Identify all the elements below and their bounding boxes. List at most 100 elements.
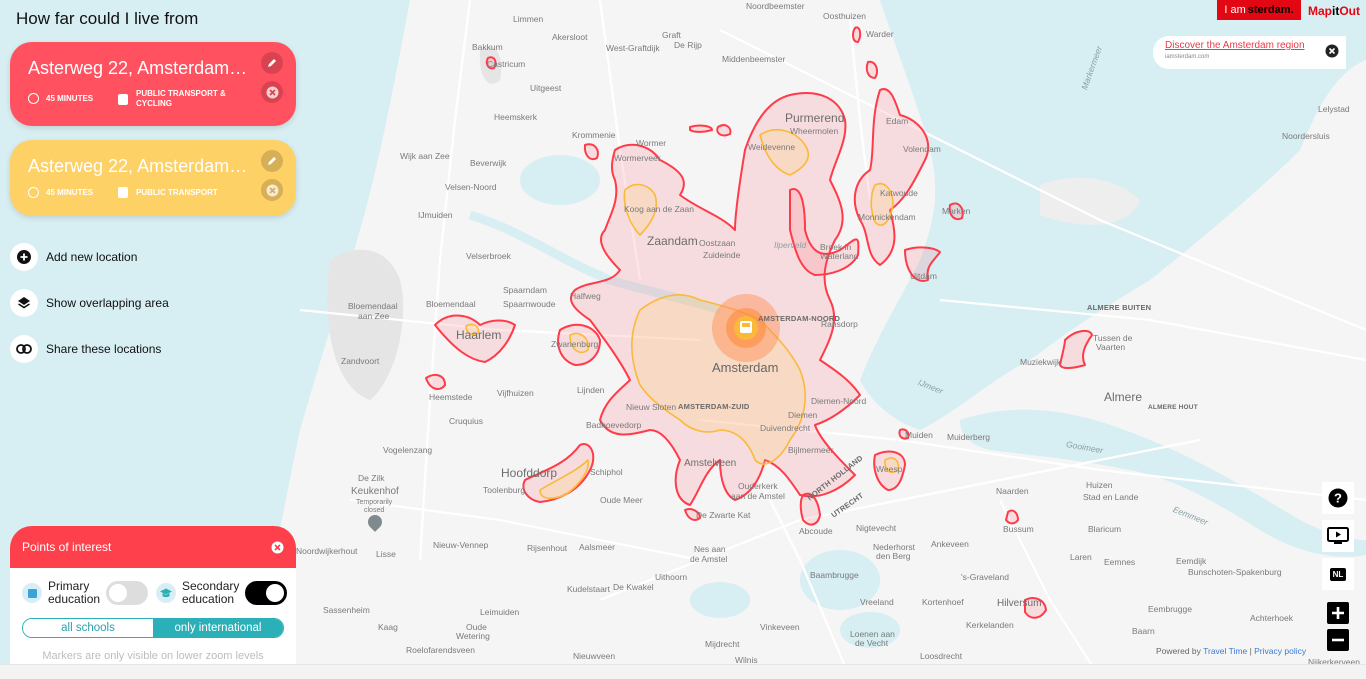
map-label: Naarden <box>996 486 1029 496</box>
secondary-education-label: Secondary education <box>182 579 240 606</box>
map-label: Cruquius <box>449 416 484 426</box>
map-label: Achterhoek <box>1250 613 1293 623</box>
clock-icon <box>28 187 39 198</box>
map-label: Badhoevedorp <box>586 420 642 430</box>
remove-location-button[interactable] <box>261 81 283 103</box>
map-label: Ankeveen <box>931 539 969 549</box>
map-label: Zuideinde <box>703 250 741 260</box>
map-label: Spaarnwoude <box>503 299 556 309</box>
map-label: Wormer <box>636 138 667 148</box>
bus-icon <box>740 321 752 333</box>
map-label: Lelystad <box>1318 104 1350 114</box>
map-label: Ilperveld <box>774 240 807 250</box>
pencil-icon <box>268 59 276 67</box>
duration: 45 MINUTES <box>28 93 93 104</box>
remove-location-button[interactable] <box>261 179 283 201</box>
map-label: Uitgeest <box>530 83 562 93</box>
filter-all-schools[interactable]: all schools <box>23 619 153 637</box>
add-location-label: Add new location <box>46 250 138 264</box>
map-label: Kaag <box>378 622 398 632</box>
map-label: Castricum <box>487 59 526 69</box>
map-label: closed <box>364 507 385 514</box>
share-locations-label: Share these locations <box>46 342 162 356</box>
map-label: Kortenhoef <box>922 597 964 607</box>
map-label: Bloemendaal <box>348 301 398 311</box>
map-label: Noordwijkerhout <box>296 546 358 556</box>
map-label: Muziekwijk <box>1020 357 1062 367</box>
primary-education-label: Primary education <box>48 579 101 606</box>
video-button[interactable] <box>1322 520 1354 552</box>
close-poi-button[interactable] <box>271 541 284 554</box>
map-label: Muiden <box>905 430 933 440</box>
bottom-bar <box>0 664 1366 679</box>
travel-time-link[interactable]: Travel Time <box>1203 646 1247 656</box>
map-label: Diemen <box>788 410 818 420</box>
close-banner-button[interactable] <box>1325 44 1339 58</box>
map-label: Temporarily <box>356 499 393 506</box>
travel-mode: PUBLIC TRANSPORT <box>118 187 218 198</box>
map-label: Lisse <box>376 549 396 559</box>
secondary-education-toggle[interactable] <box>245 581 288 605</box>
map-label: Lijnden <box>577 385 605 395</box>
map-label: Eemdijk <box>1176 556 1207 566</box>
iamsterdam-logo[interactable]: I am sterdam. <box>1217 0 1301 20</box>
map-label: Baambrugge <box>810 570 859 580</box>
map-label: Heemstede <box>429 392 473 402</box>
plus-circle-icon <box>17 250 31 264</box>
promo-banner: Discover the Amsterdam region iamsterdam… <box>1153 36 1346 69</box>
map-label: Wijk aan Zee <box>400 151 450 161</box>
map-label: Roelofarendsveen <box>406 645 475 655</box>
map-label: Bunschoten-Spakenburg <box>1188 567 1282 577</box>
map-label: aan Zee <box>358 311 390 321</box>
primary-education-toggle[interactable] <box>106 581 149 605</box>
location-address[interactable]: Asterweg 22, Amsterdam… <box>28 156 247 177</box>
map-label: Vijfhuizen <box>497 388 534 398</box>
show-overlap-label: Show overlapping area <box>46 296 169 310</box>
map-label: Nigtevecht <box>856 523 897 533</box>
zoom-out-button[interactable] <box>1322 624 1354 656</box>
map-label: Middenbeemster <box>722 54 786 64</box>
map-label: Loosdrecht <box>920 651 963 661</box>
attribution: Powered by Travel Time | Privacy policy <box>1156 646 1307 656</box>
map-label: Velsen-Noord <box>445 182 497 192</box>
add-location-button[interactable]: Add new location <box>10 243 137 271</box>
map-label: Eembrugge <box>1148 604 1192 614</box>
language-button[interactable]: NL <box>1322 558 1354 590</box>
school-icon <box>27 588 37 598</box>
map-label: De Zwarte Kat <box>696 510 751 520</box>
minus-icon <box>1327 629 1349 651</box>
share-locations-button[interactable]: Share these locations <box>10 335 161 363</box>
map-label: Muiderberg <box>947 432 990 442</box>
privacy-policy-link[interactable]: Privacy policy <box>1254 646 1306 656</box>
map-label: De Kwakel <box>613 582 654 592</box>
help-button[interactable]: ? <box>1322 482 1354 514</box>
map-label: Graft <box>662 30 681 40</box>
edit-location-button[interactable] <box>261 52 283 74</box>
bus-icon <box>118 187 128 198</box>
filter-only-international[interactable]: only international <box>153 619 283 637</box>
map-label: Edam <box>886 116 909 126</box>
map-label: Bussum <box>1003 524 1034 534</box>
location-address[interactable]: Asterweg 22, Amsterdam… <box>28 58 247 79</box>
duration-label: 45 MINUTES <box>46 94 94 103</box>
layers-icon <box>18 297 30 309</box>
map-label: Keukenhof <box>351 486 399 497</box>
discover-region-link[interactable]: Discover the Amsterdam region <box>1165 40 1305 51</box>
location-card-1[interactable]: Asterweg 22, Amsterdam… 45 MINUTES PUBLI… <box>10 42 296 126</box>
map-label: Beverwijk <box>470 158 507 168</box>
map-label: Leimuiden <box>480 607 520 617</box>
map-label: Duivendrecht <box>760 423 811 433</box>
show-overlap-button[interactable]: Show overlapping area <box>10 289 169 317</box>
map-label: Hoofddorp <box>501 466 558 480</box>
map-label: Eemnes <box>1104 557 1136 567</box>
mapitout-logo[interactable]: MapitOut <box>1308 4 1360 18</box>
location-card-2[interactable]: Asterweg 22, Amsterdam… 45 MINUTES PUBLI… <box>10 140 296 216</box>
plus-icon <box>1327 602 1349 624</box>
edit-location-button[interactable] <box>261 150 283 172</box>
map-label: Zaandam <box>647 234 698 248</box>
map-label: Warder <box>866 29 894 39</box>
duration: 45 MINUTES <box>28 187 93 198</box>
map-label: Wormerveer <box>614 153 661 163</box>
map-label: ALMERE BUITEN <box>1087 303 1152 312</box>
map-label: Vaarten <box>1096 342 1126 352</box>
